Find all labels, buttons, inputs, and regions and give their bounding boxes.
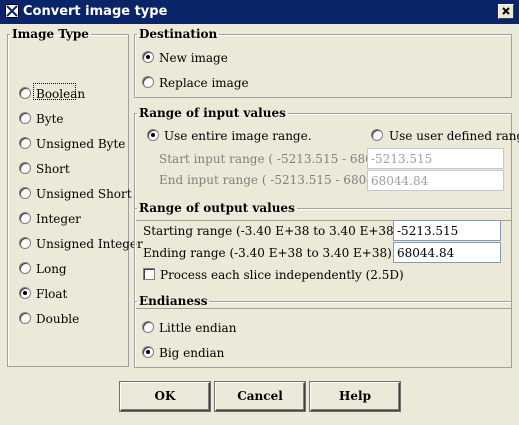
- replace-image-label[interactable]: Replace image: [159, 76, 249, 90]
- image-type-radio[interactable]: [19, 112, 31, 124]
- image-type-option-label[interactable]: Float: [36, 287, 67, 301]
- image-type-option-label[interactable]: Short: [36, 162, 70, 176]
- image-type-radio[interactable]: [19, 162, 31, 174]
- app-icon: [5, 4, 19, 18]
- use-user-range-radio[interactable]: [371, 129, 383, 141]
- image-type-radio[interactable]: [19, 212, 31, 224]
- image-type-option-label[interactable]: Integer: [36, 212, 81, 226]
- help-button[interactable]: Help: [310, 382, 400, 411]
- ending-range-field[interactable]: 68044.84: [393, 242, 501, 263]
- image-type-radio[interactable]: [19, 237, 31, 249]
- image-type-option-label[interactable]: Long: [36, 262, 67, 276]
- image-type-radio[interactable]: [19, 187, 31, 199]
- close-icon[interactable]: [498, 4, 514, 19]
- use-entire-range-radio[interactable]: [147, 129, 159, 141]
- start-input-range-field[interactable]: -5213.515: [367, 148, 504, 169]
- image-type-radio[interactable]: [19, 262, 31, 274]
- destination-legend: Destination: [139, 27, 218, 41]
- image-type-radio[interactable]: [19, 137, 31, 149]
- use-entire-range-label[interactable]: Use entire image range.: [164, 129, 312, 143]
- image-type-option-label[interactable]: Unsigned Byte: [36, 137, 125, 151]
- image-type-option-label[interactable]: Double: [36, 312, 79, 326]
- title-bar[interactable]: Convert image type: [0, 0, 519, 24]
- use-user-range-label[interactable]: Use user defined range.: [389, 129, 519, 143]
- replace-image-radio[interactable]: [142, 76, 154, 88]
- image-type-option-label[interactable]: Byte: [36, 112, 64, 126]
- big-endian-radio[interactable]: [142, 346, 154, 358]
- image-type-radio[interactable]: [19, 312, 31, 324]
- focus-indicator: [33, 83, 76, 100]
- endianess-legend: Endianess: [139, 294, 208, 308]
- image-type-legend: Image Type: [12, 27, 89, 41]
- image-type-option-label[interactable]: Unsigned Short: [36, 187, 132, 201]
- image-type-radio[interactable]: [19, 87, 31, 99]
- dialog-body: Image Type Boolean Byte Unsigned Byte Short…: [0, 24, 519, 425]
- new-image-radio[interactable]: [142, 51, 154, 63]
- little-endian-label[interactable]: Little endian: [159, 321, 236, 335]
- big-endian-label[interactable]: Big endian: [159, 346, 224, 360]
- end-input-range-field[interactable]: 68044.84: [367, 170, 504, 191]
- output-range-legend: Range of output values: [139, 201, 295, 215]
- ok-button[interactable]: OK: [120, 382, 210, 411]
- ending-range-label: Ending range (-3.40 E+38 to 3.40 E+38).: [143, 246, 396, 260]
- new-image-label[interactable]: New image: [159, 51, 228, 65]
- image-type-radio[interactable]: [19, 287, 31, 299]
- window-title: Convert image type: [23, 4, 168, 19]
- input-range-legend: Range of input values: [139, 106, 286, 120]
- process-slice-label[interactable]: Process each slice independently (2.5D): [160, 268, 404, 282]
- image-type-option-label[interactable]: Unsigned Integer: [36, 237, 143, 251]
- cancel-button[interactable]: Cancel: [215, 382, 305, 411]
- little-endian-radio[interactable]: [142, 321, 154, 333]
- starting-range-field[interactable]: -5213.515: [393, 220, 501, 241]
- process-slice-checkbox[interactable]: [143, 268, 155, 280]
- starting-range-label: Starting range (-3.40 E+38 to 3.40 E+38)…: [143, 224, 403, 238]
